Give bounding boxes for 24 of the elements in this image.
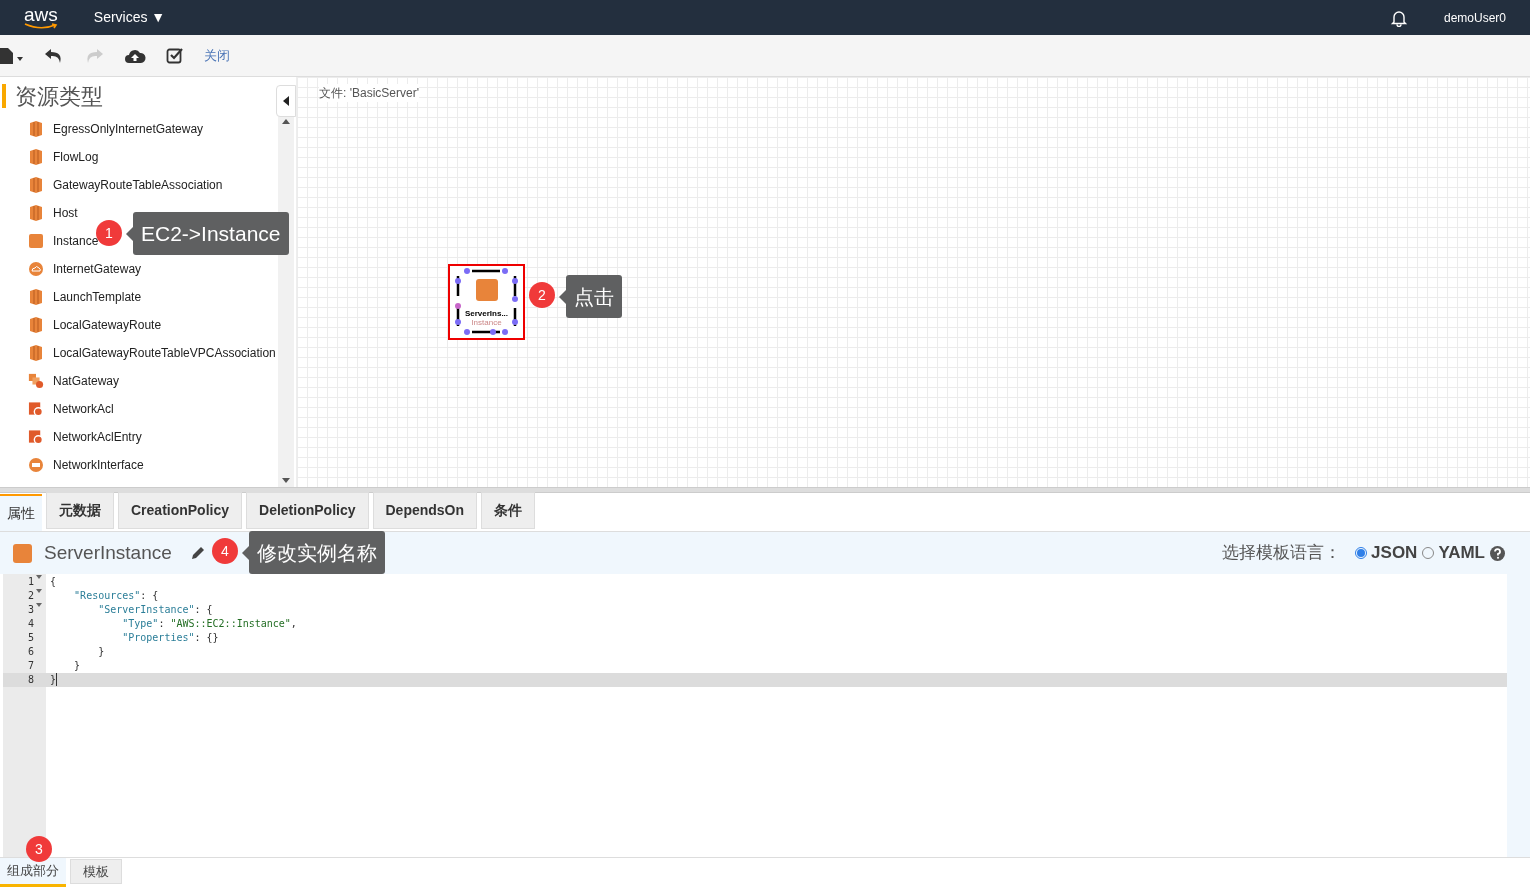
line-number: 8	[27, 673, 34, 687]
code-line: "ServerInstance": {	[97, 603, 213, 617]
node-name: ServerIns...	[463, 310, 510, 318]
line-number: 3	[27, 603, 34, 617]
line-number: 7	[27, 659, 34, 673]
code-line: }	[73, 659, 81, 673]
line-number: 6	[27, 645, 34, 659]
code-line: "Properties": {}	[121, 631, 219, 645]
panel-title: 资源类型	[15, 82, 103, 111]
line-number: 5	[27, 631, 34, 645]
code-line: }	[97, 645, 105, 659]
node-type: Instance	[470, 319, 503, 327]
language-label: 选择模板语言：	[1222, 542, 1342, 565]
step-number-badge: 2	[529, 282, 555, 308]
code-line: {	[50, 575, 57, 589]
step-number-badge: 4	[212, 538, 238, 564]
code-line: "Type": "AWS::EC2::Instance",	[121, 617, 297, 631]
code-line: }	[50, 673, 57, 687]
code-line: "Resources": {	[73, 589, 159, 603]
resource-name: ServerInstance	[44, 540, 172, 565]
file-label: 文件: 'BasicServer'	[319, 84, 419, 102]
line-number: 1	[27, 575, 34, 589]
line-number: 4	[27, 617, 34, 631]
line-number: 2	[27, 589, 34, 603]
